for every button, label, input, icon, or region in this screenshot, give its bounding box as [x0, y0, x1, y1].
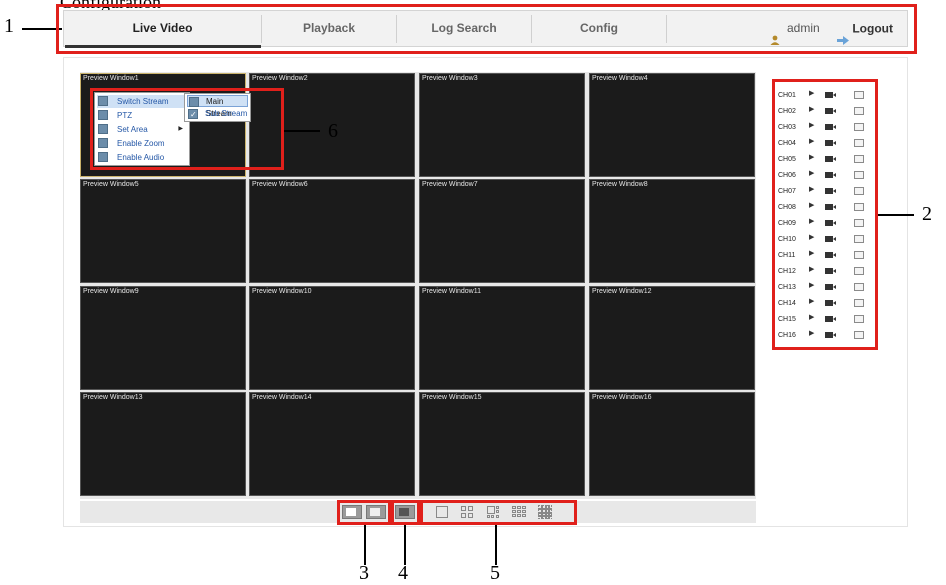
callout-5: 5: [490, 562, 500, 584]
callout-box-2: [772, 79, 878, 350]
callout-4: 4: [398, 562, 408, 584]
top-navbar: Live Video Playback Log Search Config ad…: [63, 10, 908, 48]
preview-window-3[interactable]: Preview Window3: [419, 73, 585, 177]
logout-icon: [837, 24, 849, 46]
callout-box-5: [420, 500, 577, 525]
preview-window-7[interactable]: Preview Window7: [419, 179, 585, 283]
preview-window-13[interactable]: Preview Window13: [80, 392, 246, 496]
tab-separator: [666, 15, 667, 43]
callout-6: 6: [328, 120, 338, 142]
preview-window-label: Preview Window9: [83, 288, 139, 295]
preview-window-label: Preview Window2: [252, 75, 308, 82]
username: admin: [786, 21, 820, 36]
preview-window-5[interactable]: Preview Window5: [80, 179, 246, 283]
callout-6-line: [284, 130, 320, 132]
preview-window-label: Preview Window16: [592, 394, 652, 401]
preview-window-11[interactable]: Preview Window11: [419, 286, 585, 390]
preview-window-label: Preview Window12: [592, 288, 652, 295]
preview-window-15[interactable]: Preview Window15: [419, 392, 585, 496]
callout-3: 3: [359, 562, 369, 584]
callout-5-line: [495, 525, 497, 565]
preview-window-label: Preview Window3: [422, 75, 478, 82]
preview-window-12[interactable]: Preview Window12: [589, 286, 755, 390]
preview-window-label: Preview Window5: [83, 181, 139, 188]
preview-window-10[interactable]: Preview Window10: [249, 286, 415, 390]
callout-box-3: [337, 500, 391, 525]
tab-live-video[interactable]: Live Video: [64, 11, 261, 46]
preview-window-label: Preview Window6: [252, 181, 308, 188]
preview-window-4[interactable]: Preview Window4: [589, 73, 755, 177]
preview-window-label: Preview Window15: [422, 394, 482, 401]
callout-4-line: [404, 525, 406, 565]
preview-window-label: Preview Window13: [83, 394, 143, 401]
callout-3-line: [364, 525, 366, 565]
preview-window-label: Preview Window10: [252, 288, 312, 295]
preview-window-label: Preview Window1: [83, 75, 139, 82]
preview-window-8[interactable]: Preview Window8: [589, 179, 755, 283]
callout-1: 1: [4, 15, 14, 37]
preview-window-label: Preview Window4: [592, 75, 648, 82]
active-tab-indicator: [65, 45, 261, 48]
tab-log-search[interactable]: Log Search: [397, 11, 531, 46]
preview-window-6[interactable]: Preview Window6: [249, 179, 415, 283]
tab-playback[interactable]: Playback: [262, 11, 396, 46]
preview-window-label: Preview Window8: [592, 181, 648, 188]
callout-2: 2: [922, 203, 932, 225]
preview-window-16[interactable]: Preview Window16: [589, 392, 755, 496]
callout-2-line: [878, 214, 914, 216]
user-area: admin Logout: [770, 11, 893, 46]
logout-label: Logout: [852, 21, 893, 36]
callout-box-6: [90, 88, 284, 170]
tab-config[interactable]: Config: [532, 11, 666, 46]
user-icon: [770, 24, 780, 45]
callout-box-4: [391, 500, 420, 525]
preview-window-label: Preview Window7: [422, 181, 478, 188]
preview-window-9[interactable]: Preview Window9: [80, 286, 246, 390]
preview-window-label: Preview Window11: [422, 288, 482, 295]
logout-button[interactable]: Logout: [837, 21, 893, 46]
preview-window-14[interactable]: Preview Window14: [249, 392, 415, 496]
preview-window-label: Preview Window14: [252, 394, 312, 401]
